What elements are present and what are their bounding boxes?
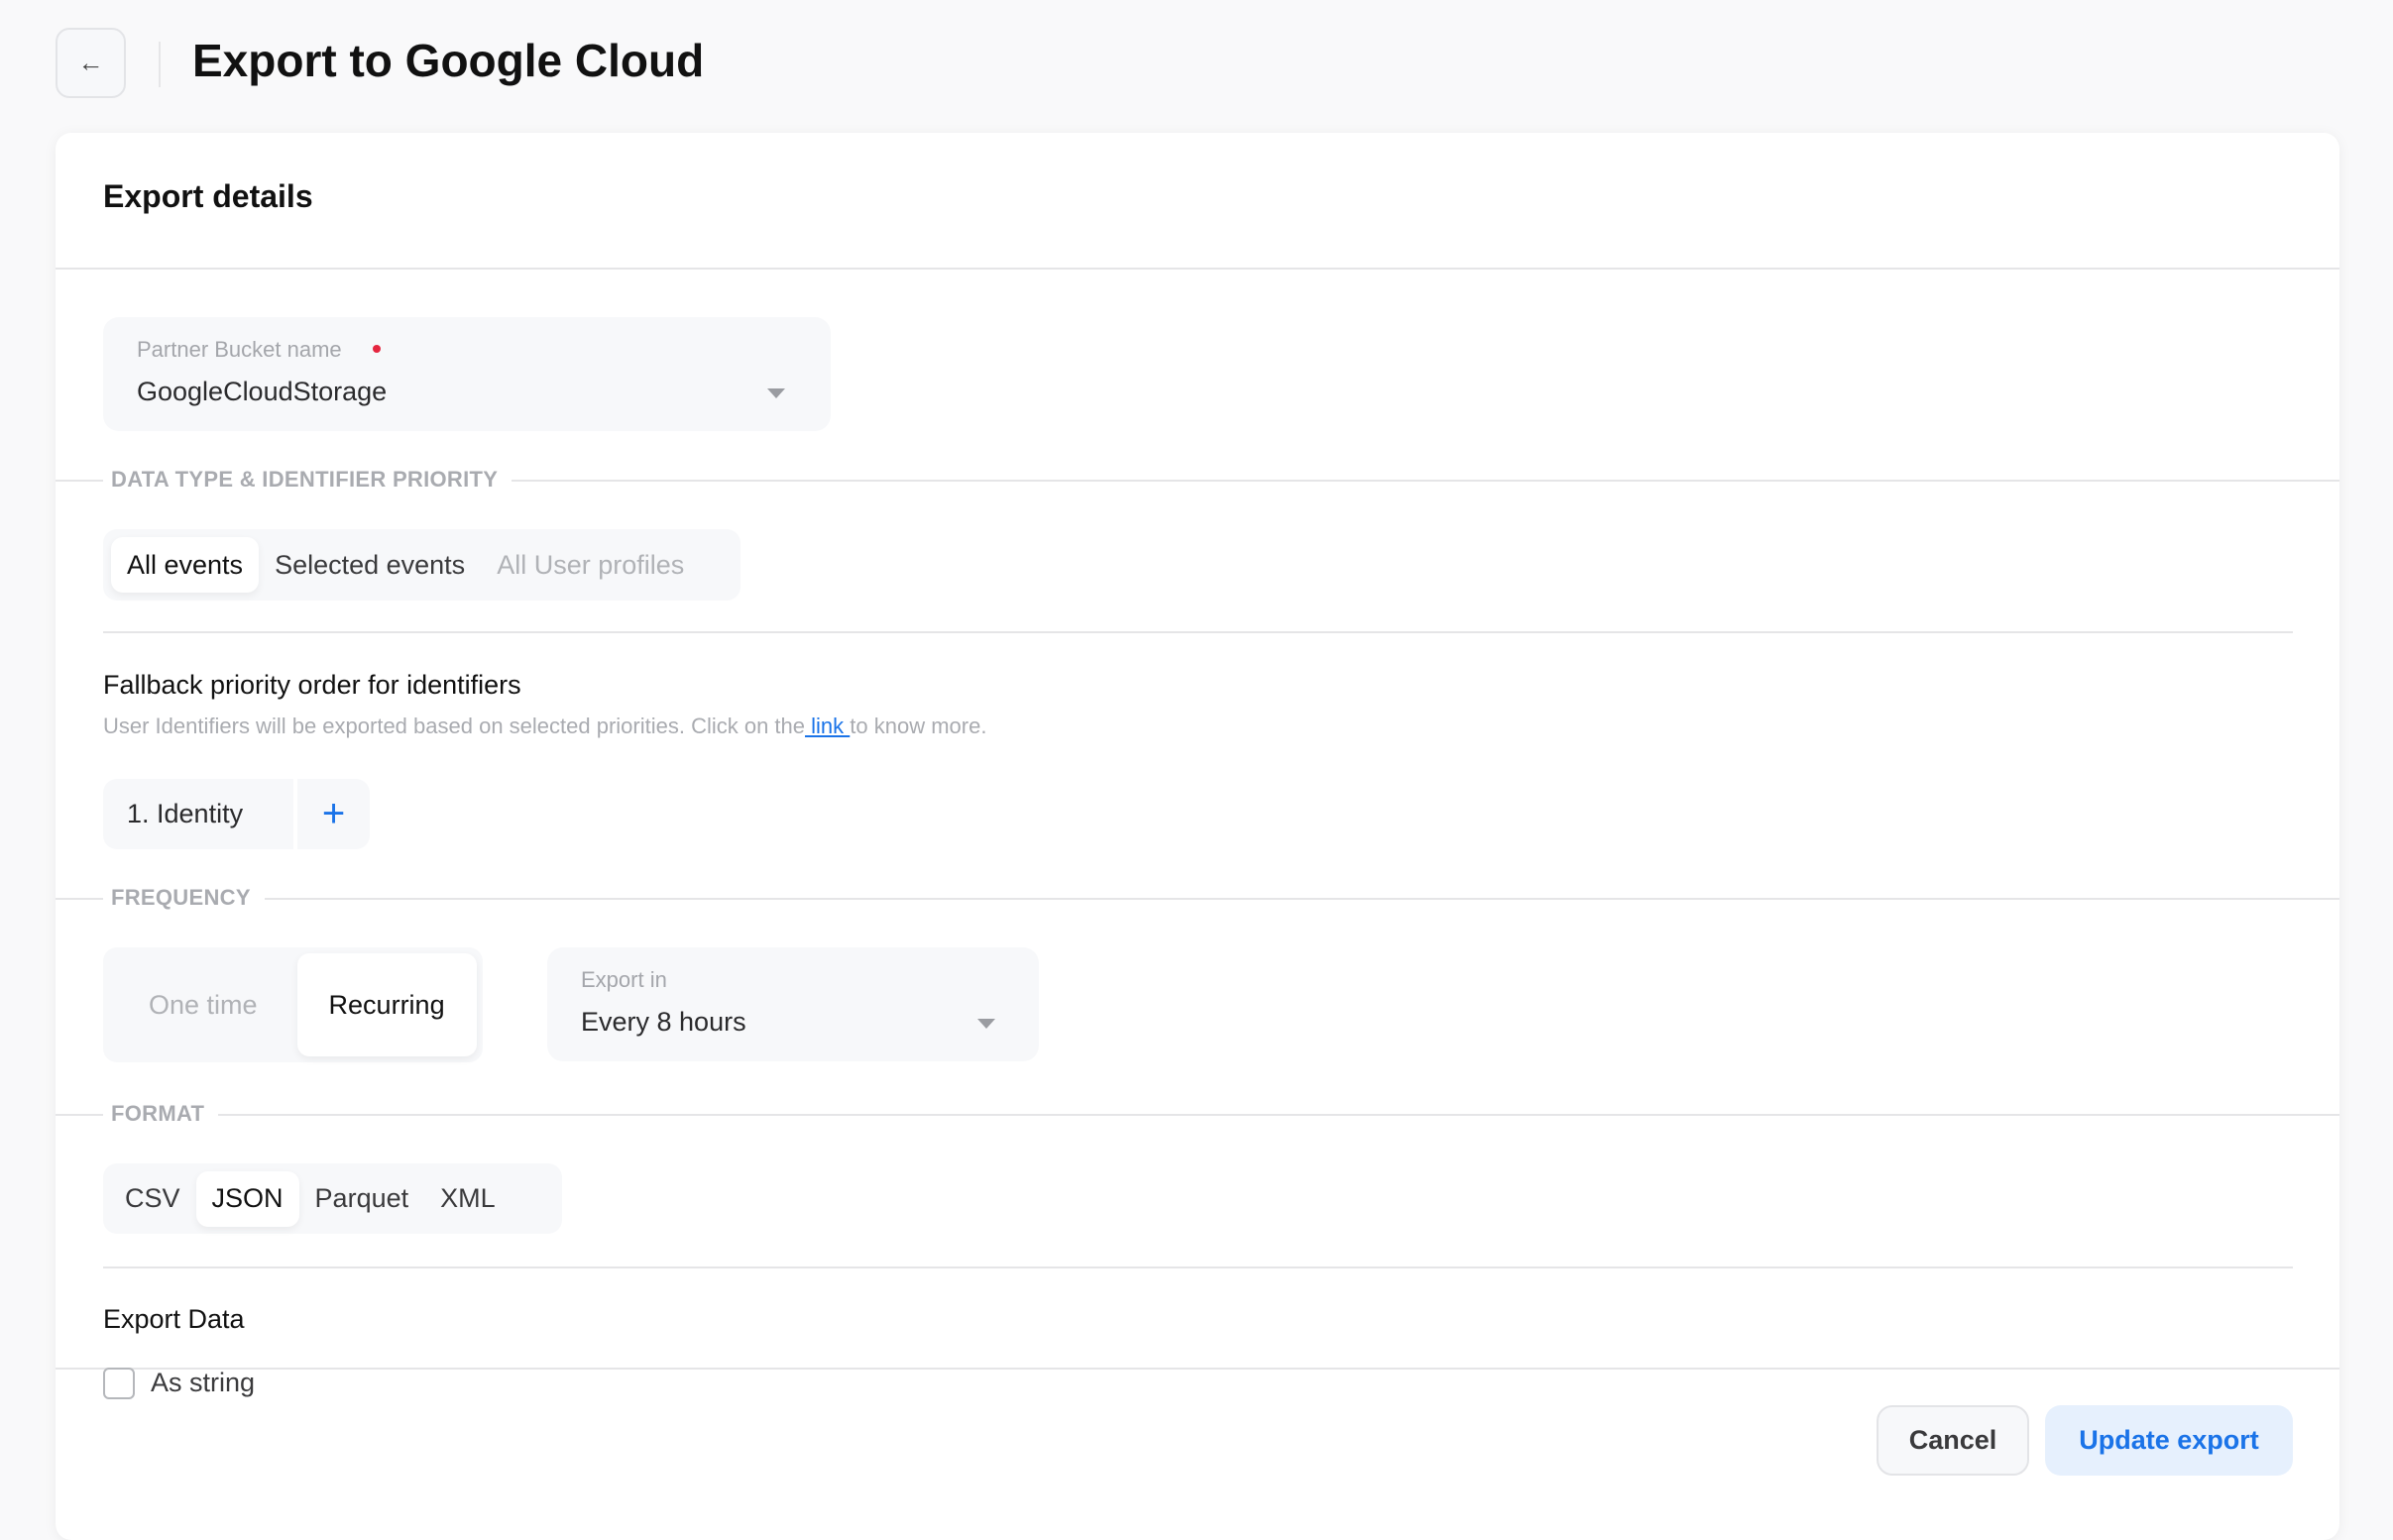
divider [159,42,161,87]
chevron-down-icon [977,1019,995,1029]
update-export-button[interactable]: Update export [2045,1405,2293,1476]
bucket-value: GoogleCloudStorage [137,377,388,406]
option-parquet[interactable]: Parquet [299,1171,425,1227]
arrow-left-icon: ← [77,48,104,77]
card-title: Export details [103,178,313,214]
plus-icon: + [321,792,346,835]
divider [56,268,2339,270]
option-xml[interactable]: XML [424,1171,512,1227]
option-json[interactable]: JSON [195,1170,299,1227]
partner-bucket-select[interactable]: Partner Bucket name GoogleCloudStorage [103,317,831,431]
fallback-title: Fallback priority order for identifiers [103,670,521,700]
as-string-label: As string [151,1368,256,1397]
section-line [56,898,2339,900]
section-data-type: DATA TYPE & IDENTIFIER PRIORITY [103,467,513,493]
desc-text: to know more. [850,714,987,738]
divider [103,1266,2293,1268]
bucket-label: Partner Bucket name [137,337,342,362]
export-in-value: Every 8 hours [581,1007,746,1037]
divider [103,631,2293,633]
export-in-label: Export in [581,967,667,992]
cancel-button[interactable]: Cancel [1877,1405,2029,1476]
fallback-description: User Identifiers will be exported based … [103,714,986,739]
section-format: FORMAT [103,1101,219,1127]
option-all-events[interactable]: All events [111,537,260,593]
export-data-title: Export Data [103,1304,245,1334]
section-line [56,1114,2339,1116]
section-frequency: FREQUENCY [103,885,265,911]
identifier-chip[interactable]: 1. Identity [103,779,293,849]
required-dot-icon [373,345,381,353]
option-recurring[interactable]: Recurring [296,953,477,1056]
option-csv[interactable]: CSV [109,1171,196,1227]
format-toggle: CSV JSON Parquet XML [103,1163,562,1234]
frequency-toggle: One time Recurring [103,947,483,1062]
desc-text: User Identifiers will be exported based … [103,714,806,738]
footer-divider [56,1368,2339,1370]
back-button[interactable]: ← [56,28,126,98]
chevron-down-icon [767,388,785,398]
add-identifier-button[interactable]: + [297,779,370,849]
export-in-select[interactable]: Export in Every 8 hours [547,947,1039,1061]
learn-more-link[interactable]: link [805,714,850,738]
option-selected-events[interactable]: Selected events [259,537,481,593]
as-string-checkbox[interactable] [103,1368,135,1399]
data-type-toggle: All events Selected events All User prof… [103,529,741,601]
page-title: Export to Google Cloud [192,35,705,86]
option-all-user-profiles[interactable]: All User profiles [481,537,700,593]
option-one-time[interactable]: One time [109,953,297,1056]
